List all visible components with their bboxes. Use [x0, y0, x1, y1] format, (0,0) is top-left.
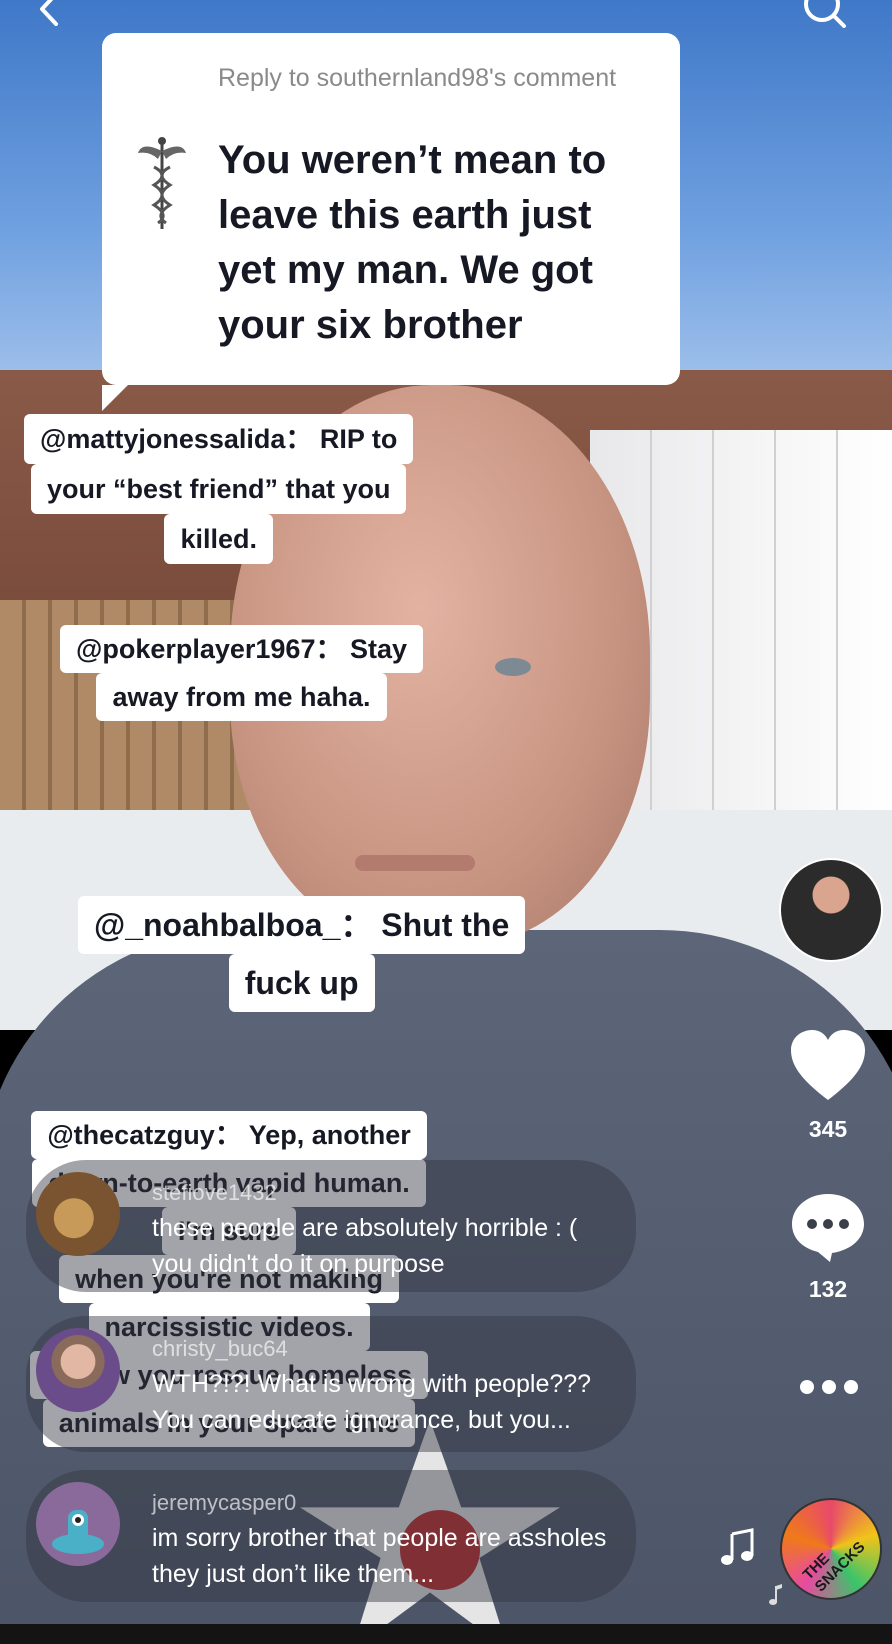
chevron-left-icon[interactable] [32, 0, 66, 26]
text-sticker-3: @_noahbalboa_： Shut the fuck up [78, 896, 526, 1012]
heart-icon[interactable] [789, 1030, 867, 1107]
music-disc[interactable]: THE SNACKS [780, 1498, 882, 1600]
floating-comment[interactable]: stefiove1432 these people are absolutely… [26, 1160, 636, 1292]
sticker-line: @_noahbalboa_： Shut the [78, 896, 526, 954]
search-icon[interactable] [800, 0, 848, 34]
sticker-line: @mattyjonessalida： RIP to [24, 414, 414, 464]
sticker-line: @pokerplayer1967： Stay [60, 625, 424, 673]
comment-text: im sorry brother that people are asshole… [152, 1524, 607, 1588]
avatar[interactable] [36, 1328, 120, 1412]
comment-text: WTH?!?! What is wrong with people??? You… [152, 1370, 592, 1434]
bottom-bar [0, 1624, 892, 1644]
comment-count: 132 [808, 1276, 848, 1302]
sticker-line: your “best friend” that you [30, 464, 407, 514]
comment-username: stefiove1432 [152, 1180, 277, 1205]
caduceus-icon [136, 133, 188, 233]
text-sticker-2: @pokerplayer1967： Stay away from me haha… [60, 625, 424, 721]
person-eye-right [495, 658, 531, 676]
reply-header: Reply to southernland98's comment [218, 64, 617, 92]
sticker-line: fuck up [228, 954, 375, 1012]
comment-username: christy_buc64 [152, 1336, 288, 1361]
comment-bubble-icon[interactable] [790, 1192, 866, 1269]
floating-comment[interactable]: christy_buc64 WTH?!?! What is wrong with… [26, 1316, 636, 1452]
sticker-line: killed. [164, 514, 273, 564]
reply-comment-text: You weren’t mean to leave this earth jus… [218, 138, 607, 347]
ellipsis-icon[interactable] [798, 1378, 860, 1401]
sticker-line: @thecatzguy： Yep, another [31, 1111, 427, 1159]
music-disc-label: THE SNACKS [799, 1538, 869, 1596]
reply-to-comment-card[interactable]: Reply to southernland98's comment You we… [102, 33, 680, 411]
sticker-line: away from me haha. [96, 673, 387, 721]
comment-username: jeremycasper0 [152, 1490, 297, 1515]
avatar[interactable] [36, 1482, 120, 1566]
text-sticker-1: @mattyjonessalida： RIP to your “best fri… [24, 414, 414, 564]
music-note-icon [768, 1584, 784, 1611]
floating-comment[interactable]: jeremycasper0 im sorry brother that peop… [26, 1470, 636, 1602]
music-note-icon [720, 1528, 754, 1571]
like-count: 345 [808, 1116, 848, 1142]
creator-avatar[interactable] [779, 858, 883, 962]
person-mouth [355, 855, 475, 871]
comment-text: these people are absolutely horrible : (… [152, 1214, 578, 1278]
avatar[interactable] [36, 1172, 120, 1256]
